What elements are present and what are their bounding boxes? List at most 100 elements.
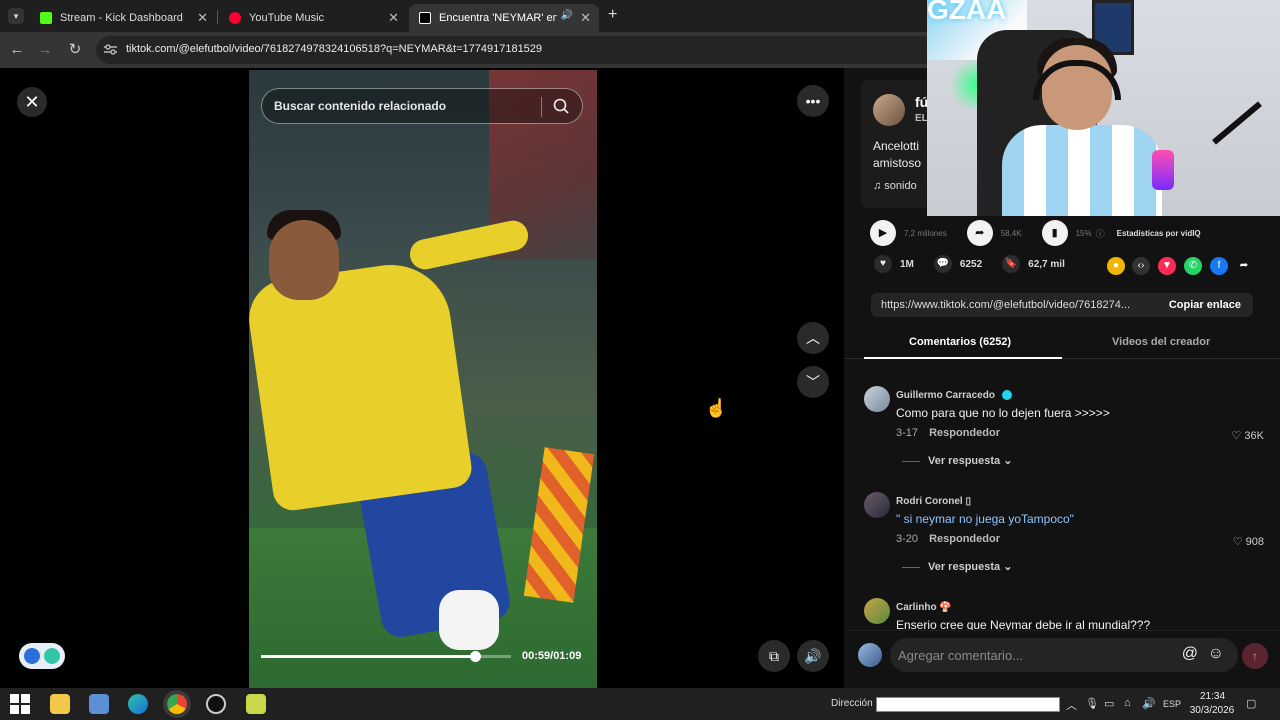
edge-icon[interactable] [128,694,148,714]
send-to-friends-icon[interactable]: ▼ [1158,257,1176,275]
back-arrow-icon[interactable]: ← [8,41,26,59]
obs-icon[interactable] [206,694,226,714]
comment-date: 3-20 [896,533,919,545]
comment-placeholder: Agregar comentario... [898,648,1024,663]
tab-tiktok-search[interactable]: Encuentra 'NEYMAR' en Tik 🔊 ✕ [409,4,599,32]
new-tab-button[interactable]: + [608,6,617,24]
share-arrow-icon: ➦ [966,220,993,246]
windows-start-icon[interactable] [10,694,30,714]
comment-likes[interactable]: ♡ 908 [1233,535,1264,548]
volume-icon[interactable]: 🔊 [1142,697,1156,710]
tab-kick-dashboard[interactable]: Stream - Kick Dashboard ✕ [30,4,216,32]
chevron-up-icon[interactable]: ︿ [1066,697,1077,713]
avatar[interactable] [864,386,890,412]
send-arrow-icon[interactable]: ↑ [1242,643,1268,669]
app-icon[interactable] [246,694,266,714]
comment-text: " si neymar no juega yoTampoco" [896,512,1074,526]
comment-username[interactable]: Carlinho 🍄 [896,602,952,613]
app-icon[interactable] [89,694,109,714]
facebook-icon[interactable]: f [1210,257,1228,275]
comment-input[interactable]: Agregar comentario... @ ☺ [890,638,1238,672]
comment-composer: Agregar comentario... @ ☺ ↑ [844,630,1280,678]
tab-youtube-music[interactable]: YouTube Music ✕ [219,4,407,32]
comment-text: Como para que no lo dejen fuera >>>>> [896,406,1110,420]
tiktok-icon [419,12,431,24]
tiktok-video-viewer: ✕ Buscar contenido relacionado 00:59/01:… [0,0,1280,688]
avatar[interactable] [864,598,890,624]
power-icon [44,648,60,664]
reply-button[interactable]: Respondedor [929,533,1000,545]
file-explorer-icon[interactable] [50,694,70,714]
view-replies-button[interactable]: Ver respuesta ⌄ [902,560,1012,573]
picture-in-picture-icon[interactable]: ⧉ [758,640,790,672]
tab-creator-videos[interactable]: Videos del creador [1112,336,1210,348]
music-link[interactable]: ♫ sonido [873,180,917,192]
bookmark-icon[interactable]: 🔖 [1002,255,1021,273]
extension-toggle[interactable] [19,643,65,669]
kick-icon [40,12,52,24]
next-video-chevron-down-icon[interactable]: ﹀ [797,366,829,398]
coin-icon[interactable]: ● [1107,257,1125,275]
share-more-icon[interactable]: ➦ [1235,257,1253,275]
related-search-input[interactable]: Buscar contenido relacionado [261,88,583,124]
creator-avatar[interactable] [873,94,905,126]
info-icon[interactable]: ⓘ [1096,227,1105,240]
chevron-down-icon: ⌄ [1003,455,1013,467]
avatar[interactable] [864,492,890,518]
comment-item: Rodri Coronel ▯ " si neymar no juega yoT… [864,492,1264,573]
speaker-icon[interactable]: 🔊 [561,10,573,21]
reply-button[interactable]: Respondedor [929,427,1000,439]
view-replies-button[interactable]: Ver respuesta ⌄ [902,454,1012,467]
comment-meta: 3-17 Respondedor [896,427,1000,439]
clock-time[interactable]: 21:34 [1200,691,1225,702]
close-tab-icon[interactable]: ✕ [388,10,399,26]
comment-likes[interactable]: ♡ 36K [1232,429,1265,442]
notifications-icon[interactable]: ▢ [1246,697,1256,710]
mic-arm [1212,101,1262,145]
copy-link-button[interactable]: Copiar enlace [1169,299,1241,311]
volume-icon[interactable]: 🔊 [797,640,829,672]
battery-icon[interactable]: ▭ [1104,697,1114,710]
webcam-overlay: GZAA [927,0,1280,216]
mention-icon[interactable]: @ [1182,645,1198,663]
comment-username[interactable]: Rodri Coronel ▯ [896,496,971,507]
youtube-music-icon [229,12,241,24]
wall-text: GZAA [927,0,1007,25]
microphone-icon[interactable]: 🎙 [1085,697,1099,710]
address-bar[interactable]: tiktok.com/@elefutbol/video/761827497832… [96,36,936,64]
rgb-lamp [1152,150,1174,190]
network-icon[interactable]: ⌂ [1124,697,1131,709]
vidiq-label[interactable]: Estadísticas por vidIQ [1117,229,1201,238]
clock-date[interactable]: 30/3/2026 [1188,705,1236,716]
more-options-icon[interactable]: ••• [797,85,829,117]
tab-title: YouTube Music [249,12,325,24]
video-link-url[interactable]: https://www.tiktok.com/@elefutbol/video/… [881,299,1151,311]
video-progress-bar[interactable] [261,651,511,662]
close-viewer-button[interactable]: ✕ [17,87,47,117]
related-search-placeholder: Buscar contenido relacionado [274,99,447,113]
tab-search-chevron-icon[interactable]: ▾ [8,8,24,24]
embed-code-icon[interactable]: ‹› [1132,257,1150,275]
chrome-icon[interactable] [167,694,187,714]
close-tab-icon[interactable]: ✕ [197,10,208,26]
play-icon: ▶ [870,220,896,246]
tab-comments[interactable]: Comentarios (6252) [909,336,1011,348]
video-progress-handle[interactable] [470,651,481,662]
language-indicator[interactable]: ESP [1163,699,1181,709]
address-toolbar-input[interactable] [876,697,1060,712]
mouse-cursor-hand-icon: ☝ [705,398,728,418]
tab-title: Encuentra 'NEYMAR' en Tik [439,12,557,24]
emoji-icon[interactable]: ☺ [1208,645,1224,663]
previous-video-chevron-up-icon[interactable]: ︿ [797,322,829,354]
heart-outline-icon: ♡ [1231,430,1245,442]
site-settings-icon[interactable] [104,44,117,55]
forward-arrow-icon[interactable]: → [36,41,54,59]
heart-icon[interactable]: ♥ [874,255,892,273]
video-player[interactable]: Buscar contenido relacionado 00:59/01:09 [249,70,597,688]
comment-icon[interactable]: 💬 [933,255,952,273]
whatsapp-icon[interactable]: ✆ [1184,257,1202,275]
reload-icon[interactable]: ↻ [66,41,84,59]
close-tab-icon[interactable]: ✕ [580,10,591,26]
search-icon[interactable] [552,97,570,115]
comment-username[interactable]: Guillermo Carracedo [896,390,1012,401]
